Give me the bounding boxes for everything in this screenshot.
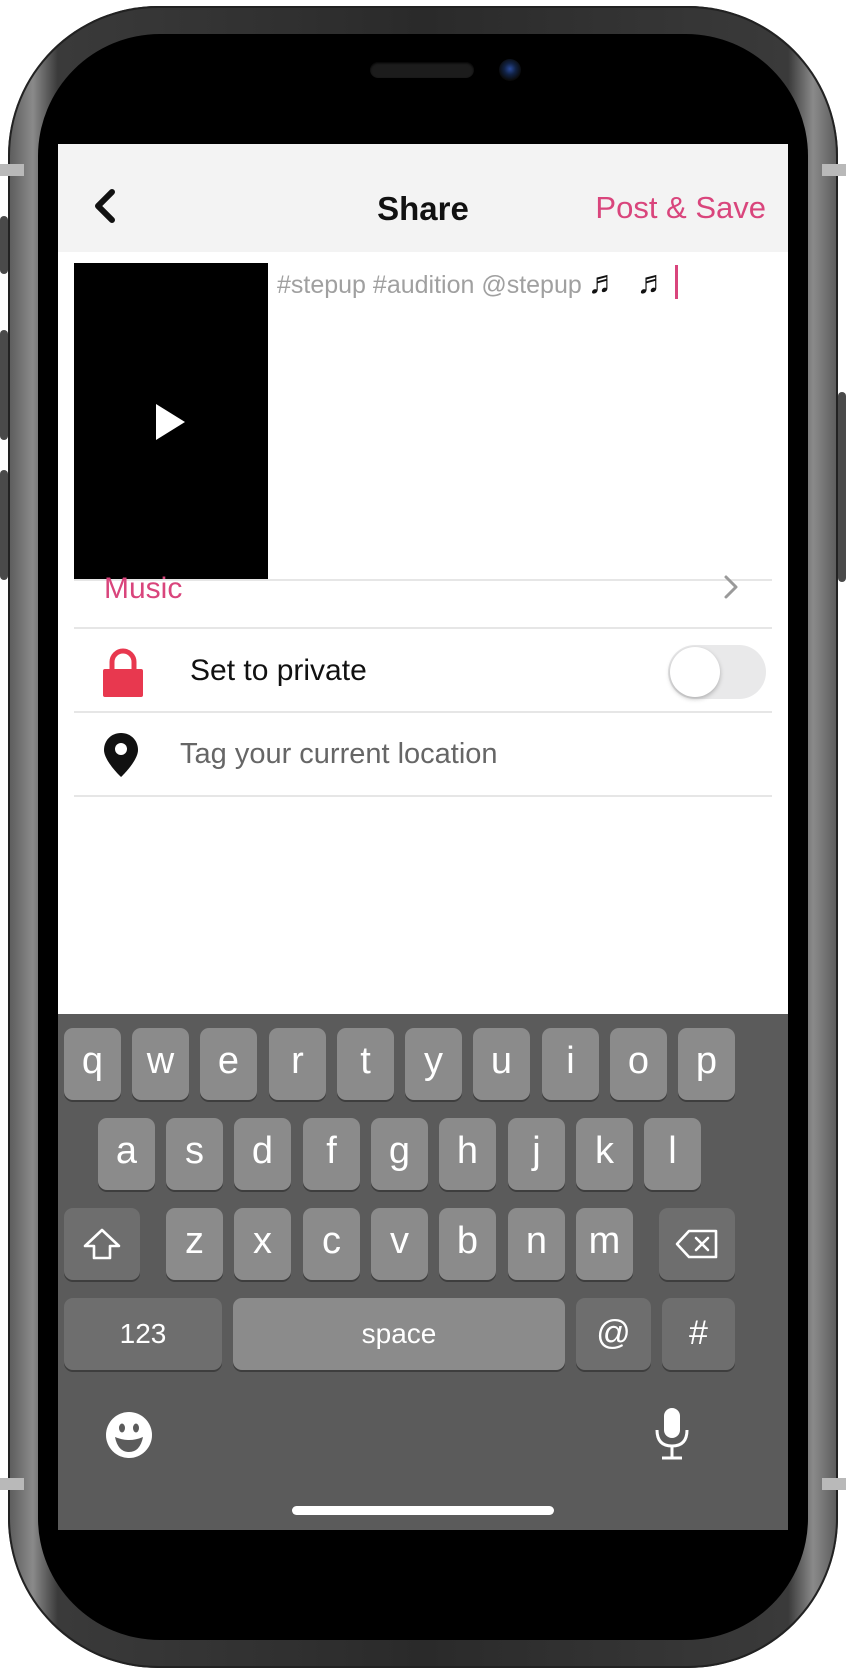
key-i[interactable]: i [542, 1028, 599, 1100]
post-and-save-button[interactable]: Post & Save [595, 190, 766, 226]
at-key[interactable]: @ [576, 1298, 651, 1370]
volume-down-button [0, 470, 8, 580]
key-z[interactable]: z [166, 1208, 223, 1280]
private-toggle[interactable] [668, 645, 766, 699]
screen: Share Post & Save #stepup #audition @ste… [58, 144, 788, 1530]
key-h[interactable]: h [439, 1118, 496, 1190]
on-screen-keyboard: q w e r t y u i o p a s d f g h j k l z … [58, 1014, 788, 1530]
key-j[interactable]: j [508, 1118, 565, 1190]
play-icon [156, 404, 185, 440]
navigation-bar: Share Post & Save [58, 144, 788, 252]
key-s[interactable]: s [166, 1118, 223, 1190]
key-m[interactable]: m [576, 1208, 633, 1280]
key-v[interactable]: v [371, 1208, 428, 1280]
key-y[interactable]: y [405, 1028, 462, 1100]
delete-key[interactable] [659, 1208, 735, 1280]
key-f[interactable]: f [303, 1118, 360, 1190]
key-b[interactable]: b [439, 1208, 496, 1280]
caption-input[interactable]: #stepup #audition @stepup ♬ ♬ [277, 264, 777, 324]
shift-key[interactable] [64, 1208, 140, 1280]
volume-up-button [0, 330, 8, 440]
home-indicator[interactable] [292, 1506, 554, 1515]
key-e[interactable]: e [200, 1028, 257, 1100]
set-to-private-label: Set to private [190, 654, 367, 687]
space-key[interactable]: space [233, 1298, 565, 1370]
lock-icon [103, 648, 143, 697]
key-r[interactable]: r [269, 1028, 326, 1100]
earpiece-speaker [370, 62, 474, 78]
key-o[interactable]: o [610, 1028, 667, 1100]
key-a[interactable]: a [98, 1118, 155, 1190]
microphone-icon[interactable] [652, 1406, 692, 1462]
chevron-right-icon [724, 575, 738, 599]
antenna-band [822, 164, 846, 176]
power-button [838, 392, 846, 582]
key-p[interactable]: p [678, 1028, 735, 1100]
key-q[interactable]: q [64, 1028, 121, 1100]
antenna-band [0, 164, 24, 176]
antenna-band [822, 1478, 846, 1490]
key-d[interactable]: d [234, 1118, 291, 1190]
shift-icon [83, 1228, 121, 1260]
video-thumbnail[interactable] [74, 263, 268, 579]
key-g[interactable]: g [371, 1118, 428, 1190]
emoji-icon[interactable] [104, 1410, 154, 1460]
antenna-band [0, 1478, 24, 1490]
front-camera [499, 59, 521, 81]
music-option[interactable]: Music [74, 542, 772, 628]
music-notes-emoji: ♬ ♬ [587, 264, 673, 300]
key-l[interactable]: l [644, 1118, 701, 1190]
numbers-key[interactable]: 123 [64, 1298, 222, 1370]
mute-switch [0, 216, 8, 274]
toggle-knob [670, 647, 720, 697]
location-row[interactable]: Tag your current location [74, 712, 772, 798]
key-t[interactable]: t [337, 1028, 394, 1100]
hash-key[interactable]: # [662, 1298, 735, 1370]
key-w[interactable]: w [132, 1028, 189, 1100]
location-placeholder: Tag your current location [180, 738, 498, 770]
text-caret [674, 265, 678, 299]
caption-text: #stepup #audition @stepup [277, 271, 582, 299]
backspace-icon [675, 1229, 718, 1259]
divider [74, 795, 772, 797]
key-k[interactable]: k [576, 1118, 633, 1190]
private-row: Set to private [74, 628, 772, 714]
key-x[interactable]: x [234, 1208, 291, 1280]
key-u[interactable]: u [473, 1028, 530, 1100]
music-label: Music [104, 572, 183, 605]
key-c[interactable]: c [303, 1208, 360, 1280]
key-n[interactable]: n [508, 1208, 565, 1280]
location-pin-icon [104, 733, 138, 777]
